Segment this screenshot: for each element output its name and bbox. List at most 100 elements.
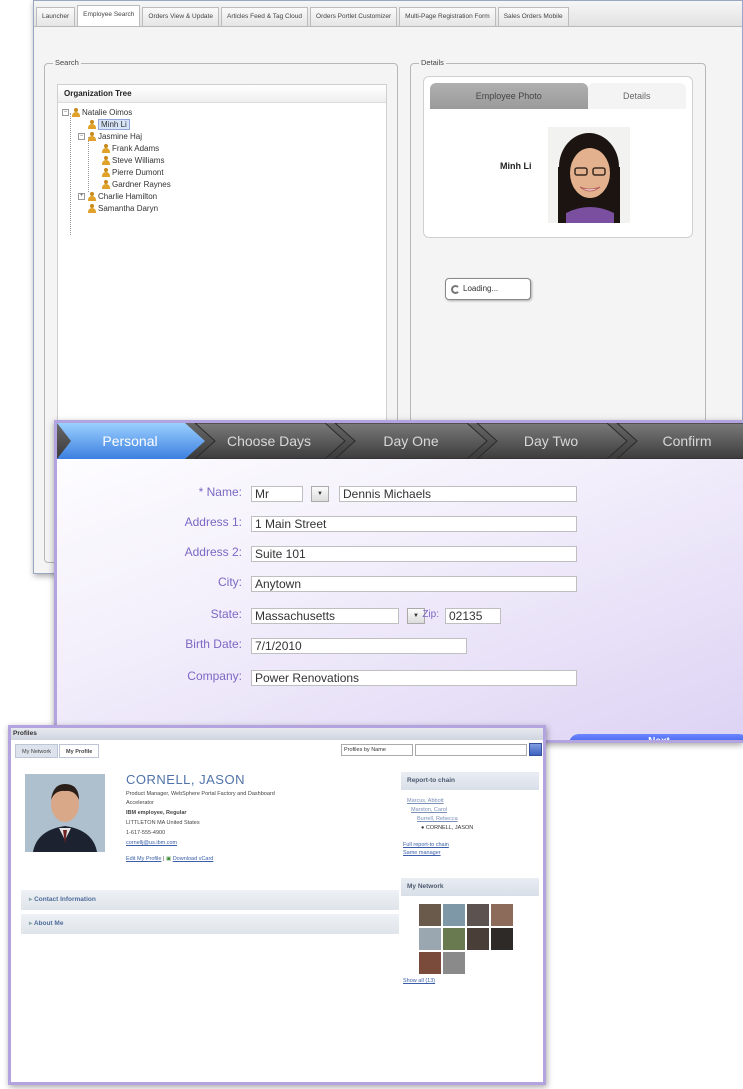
birth-date-input[interactable]: 7/1/2010 — [251, 638, 467, 654]
tree-node-minh-li[interactable]: Minh Li — [88, 119, 130, 130]
name-label: * Name: — [198, 485, 242, 499]
download-vcard-link[interactable]: Download vCard — [173, 856, 214, 862]
edit-profile-link[interactable]: Edit My Profile — [126, 856, 161, 862]
title-dropdown-button[interactable]: ▼ — [311, 486, 329, 502]
user-icon — [88, 120, 96, 129]
tree-node-frank-adams[interactable]: Frank Adams — [102, 143, 159, 154]
profile-actions: Edit My Profile | ▣ Download vCard — [126, 856, 213, 862]
vcard-icon: ▣ — [165, 856, 172, 862]
show-all-link[interactable]: Show all (13) — [403, 978, 435, 984]
tree-node-natalie-oimos[interactable]: − Natalie Oimos — [62, 107, 132, 118]
tab-orders-view-update[interactable]: Orders View & Update — [142, 7, 219, 26]
details-tab-bar: Employee Photo Details — [430, 83, 686, 109]
profiles-title: Profiles — [11, 728, 543, 740]
tab-my-profile[interactable]: My Profile — [59, 744, 100, 758]
app-tab-bar: Launcher Employee Search Orders View & U… — [34, 1, 742, 27]
tree-node-gardner-raynes[interactable]: Gardner Raynes — [102, 179, 171, 190]
chain-item-1[interactable]: Marcus, Abbott — [407, 798, 444, 804]
network-avatar[interactable] — [419, 952, 441, 974]
network-avatar[interactable] — [419, 904, 441, 926]
tab-orders-portlet-customizer[interactable]: Orders Portlet Customizer — [310, 7, 398, 26]
wizard-steps: Personal Choose Days Day One Day Two Con… — [57, 423, 743, 459]
user-icon — [88, 204, 96, 213]
title-select[interactable]: Mr — [251, 486, 303, 502]
tab-details[interactable]: Details — [587, 83, 686, 109]
chain-item-3[interactable]: Burrell, Rebecca — [417, 816, 458, 822]
step-confirm[interactable]: Confirm — [631, 423, 743, 459]
address2-label: Address 2: — [184, 545, 242, 559]
company-label: Company: — [187, 669, 242, 683]
profile-company: IBM employee, Regular — [126, 810, 187, 816]
network-avatar[interactable] — [419, 928, 441, 950]
tab-sales-orders-mobile[interactable]: Sales Orders Mobile — [497, 7, 569, 26]
profile-role: Product Manager, WebSphere Portal Factor… — [126, 791, 275, 797]
user-icon — [102, 144, 110, 153]
tree-node-jasmine-haj[interactable]: − Jasmine Haj — [78, 131, 142, 142]
step-day-one[interactable]: Day One — [349, 423, 473, 459]
tab-my-network[interactable]: My Network — [15, 744, 59, 758]
profile-photo — [25, 774, 105, 852]
search-button[interactable] — [529, 743, 542, 756]
user-icon — [72, 108, 80, 117]
employee-photo-panel: Employee Photo Details Minh Li — [423, 76, 693, 238]
city-label: City: — [218, 575, 242, 589]
network-avatar[interactable] — [443, 928, 465, 950]
tab-launcher[interactable]: Launcher — [36, 7, 76, 26]
tree-node-steve-williams[interactable]: Steve Williams — [102, 155, 164, 166]
network-avatar[interactable] — [443, 904, 465, 926]
step-choose-days[interactable]: Choose Days — [207, 423, 331, 459]
expand-icon[interactable]: + — [78, 193, 85, 200]
step-day-two[interactable]: Day Two — [489, 423, 613, 459]
tree-connector — [88, 137, 89, 192]
same-manager-link[interactable]: Same manager — [403, 850, 441, 856]
address1-input[interactable]: 1 Main Street — [251, 516, 577, 532]
zip-input[interactable]: 02135 — [445, 608, 501, 624]
profiles-tab-bar: My Network My Profile — [15, 744, 100, 758]
tree-node-samantha-daryn[interactable]: Samantha Daryn — [88, 203, 158, 214]
next-button[interactable]: Next — [569, 734, 743, 740]
contact-information-section[interactable]: ▸ Contact Information — [21, 890, 399, 910]
network-avatar[interactable] — [443, 952, 465, 974]
address2-input[interactable]: Suite 101 — [251, 546, 577, 562]
tab-employee-photo[interactable]: Employee Photo — [430, 83, 588, 109]
full-chain-link[interactable]: Full report-to chain — [403, 842, 449, 848]
search-legend: Search — [53, 58, 81, 67]
user-icon — [102, 156, 110, 165]
tab-employee-search[interactable]: Employee Search — [77, 5, 141, 26]
collapse-icon[interactable]: − — [62, 109, 69, 116]
about-me-section[interactable]: ▸ About Me — [21, 914, 399, 934]
my-network-header: My Network — [401, 878, 539, 896]
company-input[interactable]: Power Renovations — [251, 670, 577, 686]
chain-item-2[interactable]: Marston, Carol — [411, 807, 447, 813]
tree-header: Organization Tree — [58, 85, 386, 103]
profile-name: CORNELL, JASON — [126, 772, 245, 787]
zip-label: Zip: — [422, 609, 439, 620]
tree-connector — [70, 113, 71, 235]
network-avatar[interactable] — [467, 904, 489, 926]
address1-label: Address 1: — [184, 515, 242, 529]
tree-node-charlie-hamilton[interactable]: + Charlie Hamilton — [78, 191, 157, 202]
state-label: State: — [210, 607, 242, 621]
city-input[interactable]: Anytown — [251, 576, 577, 592]
details-legend: Details — [419, 58, 446, 67]
network-avatar[interactable] — [491, 904, 513, 926]
profile-search-input[interactable] — [415, 744, 527, 756]
network-avatar[interactable] — [491, 928, 513, 950]
report-chain-header: Report-to chain — [401, 772, 539, 790]
photo-employee-name: Minh Li — [500, 161, 532, 171]
search-type-select[interactable]: Profiles by Name — [341, 744, 413, 756]
profile-email-link[interactable]: cornellj@us.ibm.com — [126, 840, 177, 846]
profiles-window: Profiles My Network My Profile Profiles … — [8, 725, 546, 1085]
loading-spinner-icon — [451, 285, 460, 294]
user-icon — [102, 168, 110, 177]
tab-articles-feed[interactable]: Articles Feed & Tag Cloud — [220, 7, 309, 26]
profile-phone: 1-617-555-4900 — [126, 830, 166, 836]
employee-photo — [548, 127, 630, 223]
step-personal[interactable]: Personal — [71, 423, 189, 459]
profile-location: LITTLETON MA United States — [126, 820, 200, 826]
tab-multi-page-registration[interactable]: Multi-Page Registration Form — [399, 7, 496, 26]
collapse-icon[interactable]: − — [78, 133, 85, 140]
network-avatar[interactable] — [467, 928, 489, 950]
name-input[interactable]: Dennis Michaels — [339, 486, 577, 502]
tree-node-pierre-dumont[interactable]: Pierre Dumont — [102, 167, 164, 178]
